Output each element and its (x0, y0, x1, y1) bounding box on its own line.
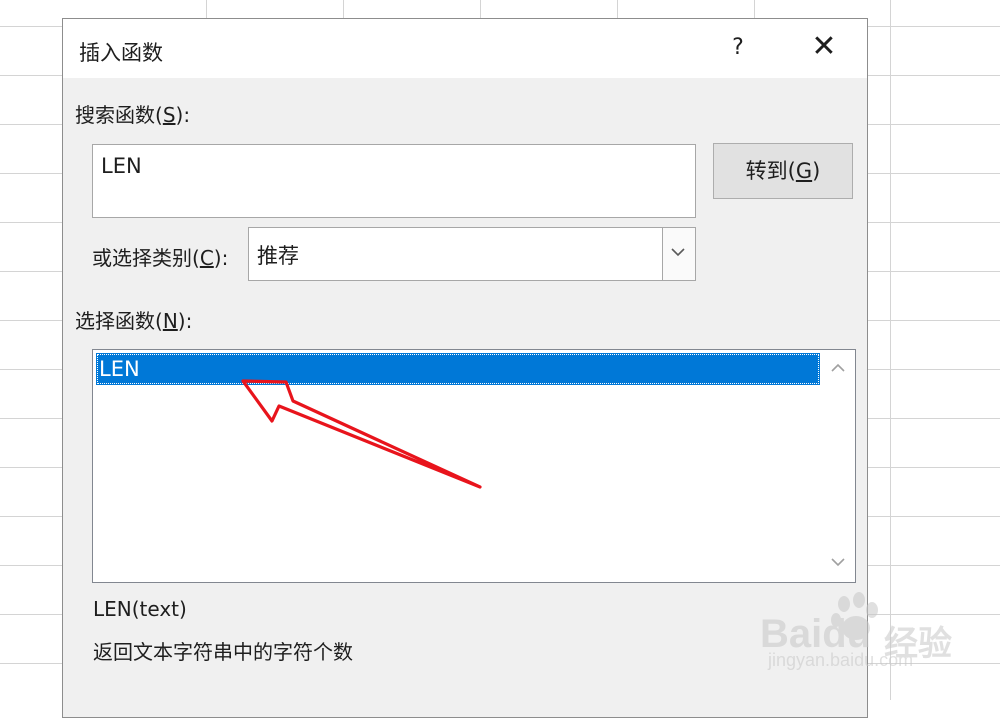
watermark-url: jingyan.baidu.com (768, 650, 914, 670)
baidu-watermark: Baidu 经验 jingyan.baidu.com (760, 590, 980, 680)
